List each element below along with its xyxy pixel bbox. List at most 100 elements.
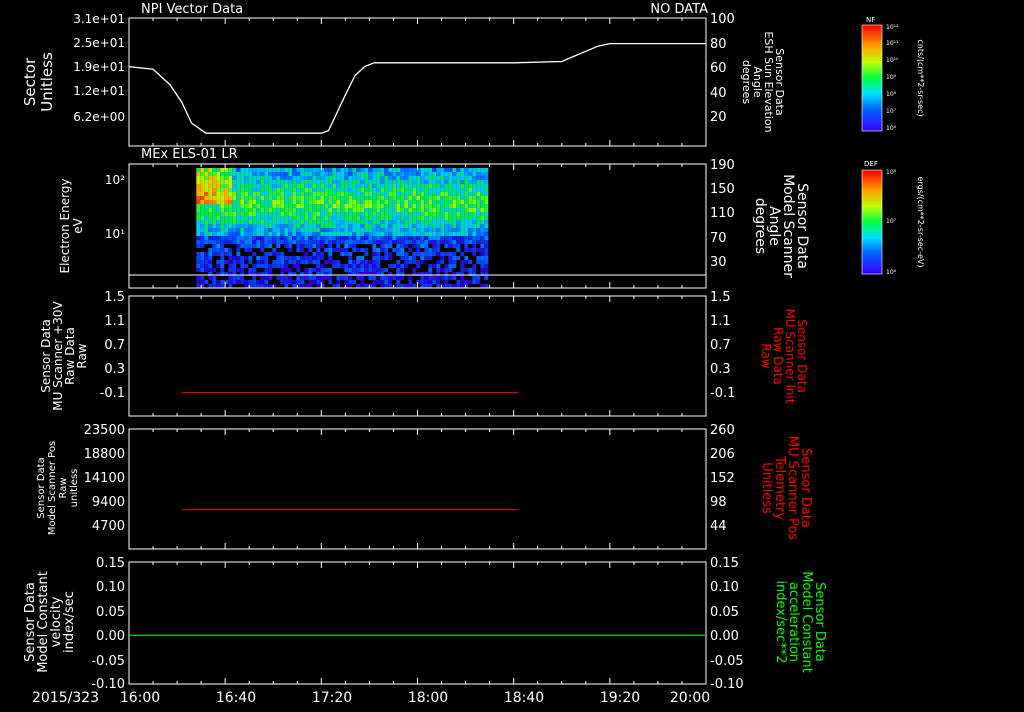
spectrogram-cell [328, 228, 333, 232]
tick-label: 0.00 [710, 629, 739, 644]
spectrogram-cell [428, 208, 433, 212]
spectrogram-cell [448, 232, 453, 236]
spectrogram-cell [344, 268, 349, 272]
spectrogram-cell [388, 176, 393, 180]
spectrogram-cell [240, 276, 245, 280]
spectrogram-cell [252, 196, 257, 200]
spectrogram-cell [368, 216, 373, 220]
spectrogram-cell [268, 216, 273, 220]
spectrogram-cell [472, 180, 477, 184]
spectrogram-cell [240, 168, 245, 172]
spectrogram-cell [216, 200, 221, 204]
spectrogram-cell [288, 172, 293, 176]
spectrogram-cell [196, 252, 201, 256]
spectrogram-cell [416, 212, 421, 216]
spectrogram-cell [408, 232, 413, 236]
spectrogram-cell [304, 208, 309, 212]
spectrogram-cell [208, 260, 213, 264]
spectrogram-cell [440, 224, 445, 228]
spectrogram-cell [296, 208, 301, 212]
spectrogram-cell [208, 232, 213, 236]
spectrogram-cell [304, 204, 309, 208]
spectrogram-cell [432, 188, 437, 192]
spectrogram-cell [404, 252, 409, 256]
spectrogram-cell [328, 236, 333, 240]
spectrogram-cell [336, 260, 341, 264]
spectrogram-cell [352, 268, 357, 272]
spectrogram-cell [480, 204, 485, 208]
spectrogram-cell [280, 180, 285, 184]
spectrogram-cell [332, 228, 337, 232]
spectrogram-cell [420, 276, 425, 280]
spectrogram-cell [408, 192, 413, 196]
spectrogram-cell [440, 192, 445, 196]
spectrogram-cell [232, 240, 237, 244]
spectrogram-cell [220, 268, 225, 272]
spectrogram-cell [324, 192, 329, 196]
spectrogram-cell [260, 264, 265, 268]
tick-label: 70 [710, 231, 727, 246]
spectrogram-cell [236, 224, 241, 228]
spectrogram-cell [384, 172, 389, 176]
spectrogram-cell [420, 252, 425, 256]
spectrogram-cell [396, 276, 401, 280]
spectrogram-cell [344, 224, 349, 228]
spectrogram-cell [396, 228, 401, 232]
spectrogram-cell [220, 232, 225, 236]
spectrogram-cell [204, 204, 209, 208]
spectrogram-cell [232, 188, 237, 192]
spectrogram-cell [236, 248, 241, 252]
spectrogram-cell [212, 236, 217, 240]
spectrogram-cell [368, 236, 373, 240]
spectrogram-cell [200, 212, 205, 216]
spectrogram-cell [324, 276, 329, 280]
spectrogram-cell [244, 256, 249, 260]
spectrogram-cell [344, 168, 349, 172]
colorbar-nf: NF 10¹² 10¹¹ 10¹⁰ 10⁹ 10⁸ 10⁷ 10⁶ cnts/(… [861, 16, 925, 132]
spectrogram-cell [272, 220, 277, 224]
spectrogram-cell [248, 236, 253, 240]
spectrogram-cell [420, 228, 425, 232]
spectrogram-cell [384, 232, 389, 236]
spectrogram-cell [300, 208, 305, 212]
colorbar-tick: 10⁹ [886, 74, 897, 81]
spectrogram-cell [412, 236, 417, 240]
spectrogram-cell [472, 200, 477, 204]
spectrogram-cell [360, 176, 365, 180]
spectrogram-cell [384, 224, 389, 228]
spectrogram-cell [380, 172, 385, 176]
spectrogram-cell [368, 168, 373, 172]
spectrogram-cell [472, 240, 477, 244]
spectrogram-cell [300, 276, 305, 280]
panel-model-constant: 0.15 0.10 0.05 0.00 -0.05 -0.10 0.15 0.1… [23, 556, 827, 692]
spectrogram-cell [272, 180, 277, 184]
spectrogram-cell [436, 200, 441, 204]
spectrogram-cell [404, 188, 409, 192]
spectrogram-cell [252, 216, 257, 220]
spectrogram-cell [200, 204, 205, 208]
spectrogram-cell [216, 196, 221, 200]
spectrogram-cell [448, 264, 453, 268]
spectrogram-cell [204, 264, 209, 268]
spectrogram-cell [204, 184, 209, 188]
spectrogram-cell [384, 284, 389, 288]
colorbar-label: DEF [864, 160, 878, 168]
spectrogram-cell [384, 244, 389, 248]
spectrogram-cell [236, 244, 241, 248]
spectrogram-cell [404, 224, 409, 228]
spectrogram-cell [452, 196, 457, 200]
spectrogram-cell [484, 168, 489, 172]
axis-label-line: index/sec [62, 591, 77, 653]
spectrogram-cell [344, 200, 349, 204]
spectrogram-cell [308, 192, 313, 196]
spectrogram-cell [376, 268, 381, 272]
spectrogram-cell [416, 216, 421, 220]
spectrogram-cell [360, 212, 365, 216]
spectrogram-cell [444, 216, 449, 220]
spectrogram-cell [328, 232, 333, 236]
spectrogram-cell [428, 236, 433, 240]
spectrogram-cell [348, 220, 353, 224]
spectrogram-cell [328, 204, 333, 208]
spectrogram-cell [412, 168, 417, 172]
spectrogram-cell [340, 220, 345, 224]
